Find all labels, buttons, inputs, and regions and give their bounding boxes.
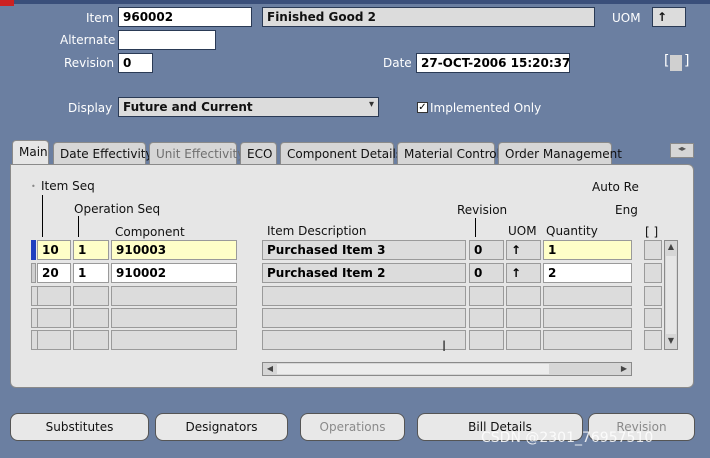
empty-cell[interactable] — [37, 286, 71, 306]
empty-cell — [262, 286, 466, 306]
empty-cell[interactable] — [543, 308, 632, 328]
col-uom: UOM — [508, 224, 537, 238]
window-icon — [0, 0, 14, 6]
revision-cell: 0 — [469, 240, 504, 260]
implemented-only-checkbox[interactable]: ✓ — [417, 102, 428, 113]
revision-connector — [475, 218, 476, 237]
empty-cell — [469, 330, 504, 350]
col-quantity: Quantity — [546, 224, 598, 238]
uom-field[interactable]: ↑ — [652, 7, 686, 27]
empty-cell[interactable] — [644, 286, 662, 306]
row-indicator[interactable] — [31, 263, 36, 283]
quantity-cell[interactable]: 1 — [543, 240, 632, 260]
text-cursor-icon: I — [442, 339, 447, 355]
vertical-scrollbar[interactable]: ▲ ▼ — [664, 240, 678, 350]
item-description-field: Finished Good 2 — [262, 7, 595, 27]
tab-unit-effectivity[interactable]: Unit Effectivity — [149, 142, 244, 164]
empty-cell[interactable] — [506, 308, 541, 328]
tab-main[interactable]: Main — [12, 140, 49, 164]
item-seq-cell[interactable]: 10 — [37, 240, 71, 260]
horizontal-scroll-thumb[interactable] — [277, 364, 549, 374]
quantity-cell[interactable]: 2 — [543, 263, 632, 283]
empty-cell — [262, 308, 466, 328]
display-label: Display — [68, 101, 113, 115]
tab-scroll-arrows-icon[interactable]: ◂▸ — [670, 143, 694, 158]
empty-cell[interactable] — [644, 308, 662, 328]
empty-cell[interactable] — [111, 308, 237, 328]
item-seq-cell[interactable]: 20 — [37, 263, 71, 283]
scroll-up-icon[interactable]: ▲ — [666, 242, 676, 254]
col-item-description: Item Description — [267, 224, 367, 238]
display-select-value: Future and Current — [123, 100, 253, 114]
empty-cell[interactable] — [37, 308, 71, 328]
empty-cell[interactable] — [73, 286, 109, 306]
col-item-seq: Item Seq — [41, 179, 95, 193]
item-label: Item — [86, 11, 114, 25]
operations-button[interactable]: Operations — [300, 413, 405, 441]
empty-cell — [469, 308, 504, 328]
scroll-right-icon[interactable]: ▶ — [618, 363, 630, 375]
col-bracket: [ ] — [645, 225, 659, 239]
scroll-left-icon[interactable]: ◀ — [264, 363, 276, 375]
extra-cell[interactable] — [644, 263, 662, 283]
date-field[interactable]: 27-OCT-2006 15:20:37 — [416, 53, 570, 73]
empty-cell[interactable] — [543, 286, 632, 306]
designators-button[interactable]: Designators — [155, 413, 288, 441]
alternate-field[interactable] — [118, 30, 216, 50]
horizontal-scrollbar[interactable]: ◀ ▶ — [262, 362, 632, 376]
col-operation-seq: Operation Seq — [74, 202, 161, 216]
empty-cell[interactable] — [506, 330, 541, 350]
revision-label: Revision — [64, 56, 115, 70]
tab-eco[interactable]: ECO — [240, 142, 277, 164]
description-cell: Purchased Item 3 — [262, 240, 466, 260]
bullet-icon: • — [31, 182, 36, 191]
scroll-down-icon[interactable]: ▼ — [666, 336, 676, 348]
description-cell: Purchased Item 2 — [262, 263, 466, 283]
empty-cell[interactable] — [644, 330, 662, 350]
empty-cell — [262, 330, 466, 350]
alternate-label: Alternate — [60, 33, 116, 47]
empty-cell[interactable] — [543, 330, 632, 350]
component-cell[interactable]: 910002 — [111, 263, 237, 283]
substitutes-button[interactable]: Substitutes — [10, 413, 149, 441]
empty-cell[interactable] — [111, 286, 237, 306]
uom-cell[interactable]: ↑ — [506, 240, 541, 260]
op-seq-connector — [78, 216, 79, 237]
extra-cell[interactable] — [644, 240, 662, 260]
col-eng: Eng — [615, 203, 638, 217]
empty-cell — [469, 286, 504, 306]
empty-cell[interactable] — [73, 330, 109, 350]
item-seq-connector — [42, 195, 43, 237]
item-field[interactable]: 960002 — [118, 7, 252, 27]
col-auto-request: Auto Re — [592, 180, 639, 194]
implemented-only-label: Implemented Only — [430, 101, 542, 115]
component-cell[interactable]: 910003 — [111, 240, 237, 260]
revision-cell: 0 — [469, 263, 504, 283]
empty-cell[interactable] — [37, 330, 71, 350]
chevron-down-icon[interactable]: ▾ — [369, 99, 374, 110]
display-select[interactable]: Future and Current ▾ — [118, 97, 379, 117]
uom-label: UOM — [612, 11, 641, 25]
col-component: Component — [115, 225, 185, 239]
op-seq-cell[interactable]: 1 — [73, 263, 109, 283]
empty-cell[interactable] — [73, 308, 109, 328]
empty-cell[interactable] — [111, 330, 237, 350]
scroll-thumb[interactable] — [666, 256, 676, 334]
col-revision: Revision — [457, 203, 508, 217]
row-indicator-active[interactable] — [31, 240, 36, 260]
empty-cell[interactable] — [506, 286, 541, 306]
watermark-text: CSDN @2301_76957510 — [481, 430, 654, 446]
window-titlebar — [0, 0, 710, 4]
tab-order-management[interactable]: Order Management — [498, 142, 622, 164]
tab-component-details[interactable]: Component Details — [280, 142, 402, 164]
uom-cell[interactable]: ↑ — [506, 263, 541, 283]
revision-field[interactable]: 0 — [118, 53, 153, 73]
tab-date-effectivity[interactable]: Date Effectivity — [53, 142, 153, 164]
date-label: Date — [383, 56, 412, 70]
header-flex-field[interactable]: [ ] — [664, 53, 690, 73]
op-seq-cell[interactable]: 1 — [73, 240, 109, 260]
tab-material-control[interactable]: Material Control — [397, 142, 500, 164]
